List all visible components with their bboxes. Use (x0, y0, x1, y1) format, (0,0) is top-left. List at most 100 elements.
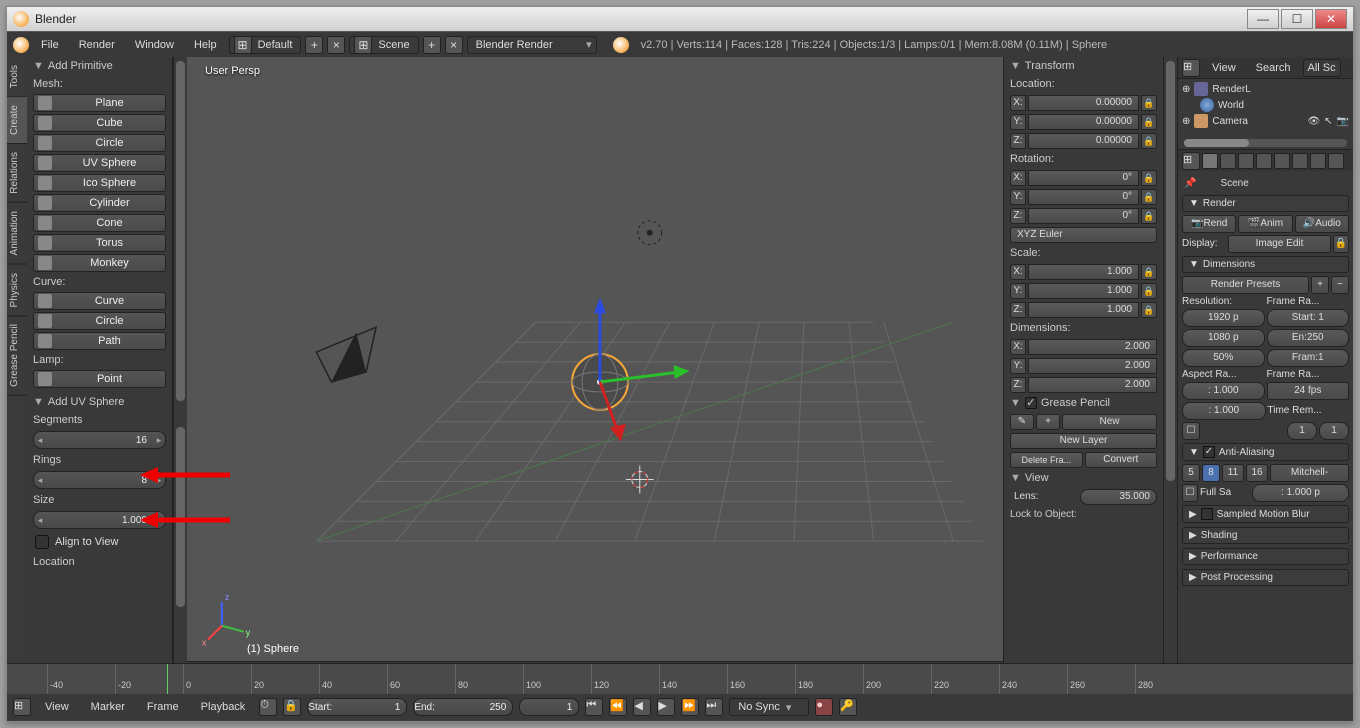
scale-x-input[interactable]: 1.000 (1028, 264, 1139, 280)
lock-icon[interactable]: 🔒 (1141, 283, 1157, 299)
audio-button[interactable]: 🔊Audio (1295, 215, 1349, 233)
tab-animation[interactable]: Animation (7, 203, 27, 264)
scene-dropdown[interactable]: ⊞Scene (349, 36, 418, 54)
render-tab[interactable] (1202, 153, 1218, 169)
eye-icon[interactable]: 👁 (1307, 116, 1320, 127)
view-panel-header[interactable]: ▼View (1004, 469, 1163, 487)
add-cylinder-button[interactable]: Cylinder (33, 194, 166, 212)
loc-y-input[interactable]: 0.00000 (1028, 114, 1139, 130)
add-cone-button[interactable]: Cone (33, 214, 166, 232)
lock-icon[interactable]: 🔒 (1141, 114, 1157, 130)
end-frame-input[interactable]: En:250 (1267, 329, 1350, 347)
size-input[interactable]: ◂1.000▸ (33, 511, 166, 529)
add-cube-button[interactable]: Cube (33, 114, 166, 132)
render-layers-tab[interactable] (1220, 153, 1236, 169)
transform-header[interactable]: ▼Transform (1004, 57, 1163, 75)
render-presets-dropdown[interactable]: Render Presets (1182, 276, 1309, 294)
jump-end-button[interactable]: ⏭ (705, 698, 723, 716)
object-tab[interactable] (1274, 153, 1290, 169)
add-layout-button[interactable]: + (305, 36, 323, 54)
loc-z-input[interactable]: 0.00000 (1028, 133, 1139, 149)
start-frame-field[interactable]: 1 (332, 702, 406, 713)
lock-icon[interactable]: 🔒 (1141, 189, 1157, 205)
rot-y-input[interactable]: 0° (1028, 189, 1139, 205)
jump-prev-key-button[interactable]: ⏪ (609, 698, 627, 716)
frame-step-input[interactable]: Fram:1 (1267, 349, 1350, 367)
add-preset-button[interactable]: + (1311, 276, 1329, 294)
add-curve-circle-button[interactable]: Circle (33, 312, 166, 330)
animation-button[interactable]: 🎬Anim (1238, 215, 1292, 233)
remove-layout-button[interactable]: × (327, 36, 345, 54)
tab-relations[interactable]: Relations (7, 144, 27, 203)
properties-editor-button[interactable]: ⊞ (1182, 152, 1200, 170)
add-point-lamp-button[interactable]: Point (33, 370, 166, 388)
shading-header[interactable]: ▶Shading (1182, 527, 1349, 544)
add-torus-button[interactable]: Torus (33, 234, 166, 252)
start-frame-input[interactable]: Start: 1 (1267, 309, 1350, 327)
menu-help[interactable]: Help (186, 37, 225, 53)
gp-delete-button[interactable]: Delete Fra... (1010, 452, 1083, 468)
dim-z-input[interactable]: 2.000 (1028, 377, 1157, 393)
timeline-ruler[interactable]: -40-200204060801001201401601802002202402… (7, 664, 1353, 694)
autokey-button[interactable]: ● (815, 698, 833, 716)
lock-icon[interactable]: 🔒 (1141, 133, 1157, 149)
keying-set-button[interactable]: 🔑 (839, 698, 857, 716)
tab-grease-pencil[interactable]: Grease Pencil (7, 316, 27, 396)
add-path-button[interactable]: Path (33, 332, 166, 350)
rot-z-input[interactable]: 0° (1028, 208, 1139, 224)
grease-pencil-header[interactable]: ▼✓Grease Pencil (1004, 394, 1163, 412)
sync-dropdown[interactable]: No Sync▾ (729, 698, 809, 716)
render-button[interactable]: 📷Rend (1182, 215, 1236, 233)
engine-dropdown[interactable]: Blender Render▾ (467, 36, 597, 54)
old-input[interactable]: 1 (1287, 422, 1317, 440)
toolshelf-scrollbar[interactable] (173, 57, 187, 687)
loc-x-input[interactable]: 0.00000 (1028, 95, 1139, 111)
tl-marker-menu[interactable]: Marker (83, 699, 133, 715)
new-input[interactable]: 1 (1319, 422, 1349, 440)
aspect-x-input[interactable]: : 1.000 (1182, 382, 1265, 400)
scale-y-input[interactable]: 1.000 (1028, 283, 1139, 299)
current-frame-field[interactable]: 1 (520, 702, 578, 713)
lock-icon[interactable]: 🔒 (1141, 264, 1157, 280)
scale-z-input[interactable]: 1.000 (1028, 302, 1139, 318)
world-tab[interactable] (1256, 153, 1272, 169)
filter-dropdown[interactable]: Mitchell- (1270, 464, 1349, 482)
outliner-tree[interactable]: ⊕RenderL World ⊕Camera👁↖📷 (1178, 79, 1353, 149)
close-button[interactable]: ✕ (1315, 9, 1347, 29)
data-tab[interactable] (1328, 153, 1344, 169)
add-icosphere-button[interactable]: Ico Sphere (33, 174, 166, 192)
rot-x-input[interactable]: 0° (1028, 170, 1139, 186)
rotation-mode-dropdown[interactable]: XYZ Euler (1010, 227, 1157, 243)
fullsample-checkbox[interactable]: ☐ (1182, 484, 1198, 502)
align-to-view-checkbox[interactable]: Align to View (27, 531, 172, 553)
tab-tools[interactable]: Tools (7, 57, 27, 97)
gp-new-button[interactable]: New (1062, 414, 1157, 430)
scene-tab[interactable] (1238, 153, 1254, 169)
fps-dropdown[interactable]: 24 fps (1267, 382, 1350, 400)
render-toggle-icon[interactable]: 📷 (1337, 116, 1349, 127)
gp-convert-button[interactable]: Convert (1085, 452, 1158, 468)
tl-view-menu[interactable]: View (37, 699, 77, 715)
3d-viewport[interactable]: User Persp (187, 57, 1003, 687)
dimensions-section-header[interactable]: ▼Dimensions (1182, 256, 1349, 273)
lock-icon[interactable]: 🔒 (1141, 170, 1157, 186)
menu-file[interactable]: File (33, 37, 67, 53)
outliner-view-menu[interactable]: View (1204, 60, 1244, 76)
performance-header[interactable]: ▶Performance (1182, 548, 1349, 565)
tl-frame-menu[interactable]: Frame (139, 699, 187, 715)
breadcrumb-scene[interactable]: Scene (1220, 178, 1248, 189)
modifiers-tab[interactable] (1310, 153, 1326, 169)
segments-input[interactable]: ◂16▸ (33, 431, 166, 449)
add-primitive-header[interactable]: ▼Add Primitive (27, 57, 172, 75)
layout-dropdown[interactable]: ⊞Default (229, 36, 302, 54)
operator-panel-header[interactable]: ▼Add UV Sphere (27, 393, 172, 411)
menu-render[interactable]: Render (71, 37, 123, 53)
aspect-y-input[interactable]: : 1.000 (1182, 402, 1266, 420)
rings-input[interactable]: ◂8▸ (33, 471, 166, 489)
timeline-cursor[interactable] (167, 664, 168, 694)
add-monkey-button[interactable]: Monkey (33, 254, 166, 272)
lock-icon[interactable]: 🔒 (1141, 208, 1157, 224)
res-y-input[interactable]: 1080 p (1182, 329, 1265, 347)
motion-blur-header[interactable]: ▶Sampled Motion Blur (1182, 505, 1349, 523)
add-uvsphere-button[interactable]: UV Sphere (33, 154, 166, 172)
